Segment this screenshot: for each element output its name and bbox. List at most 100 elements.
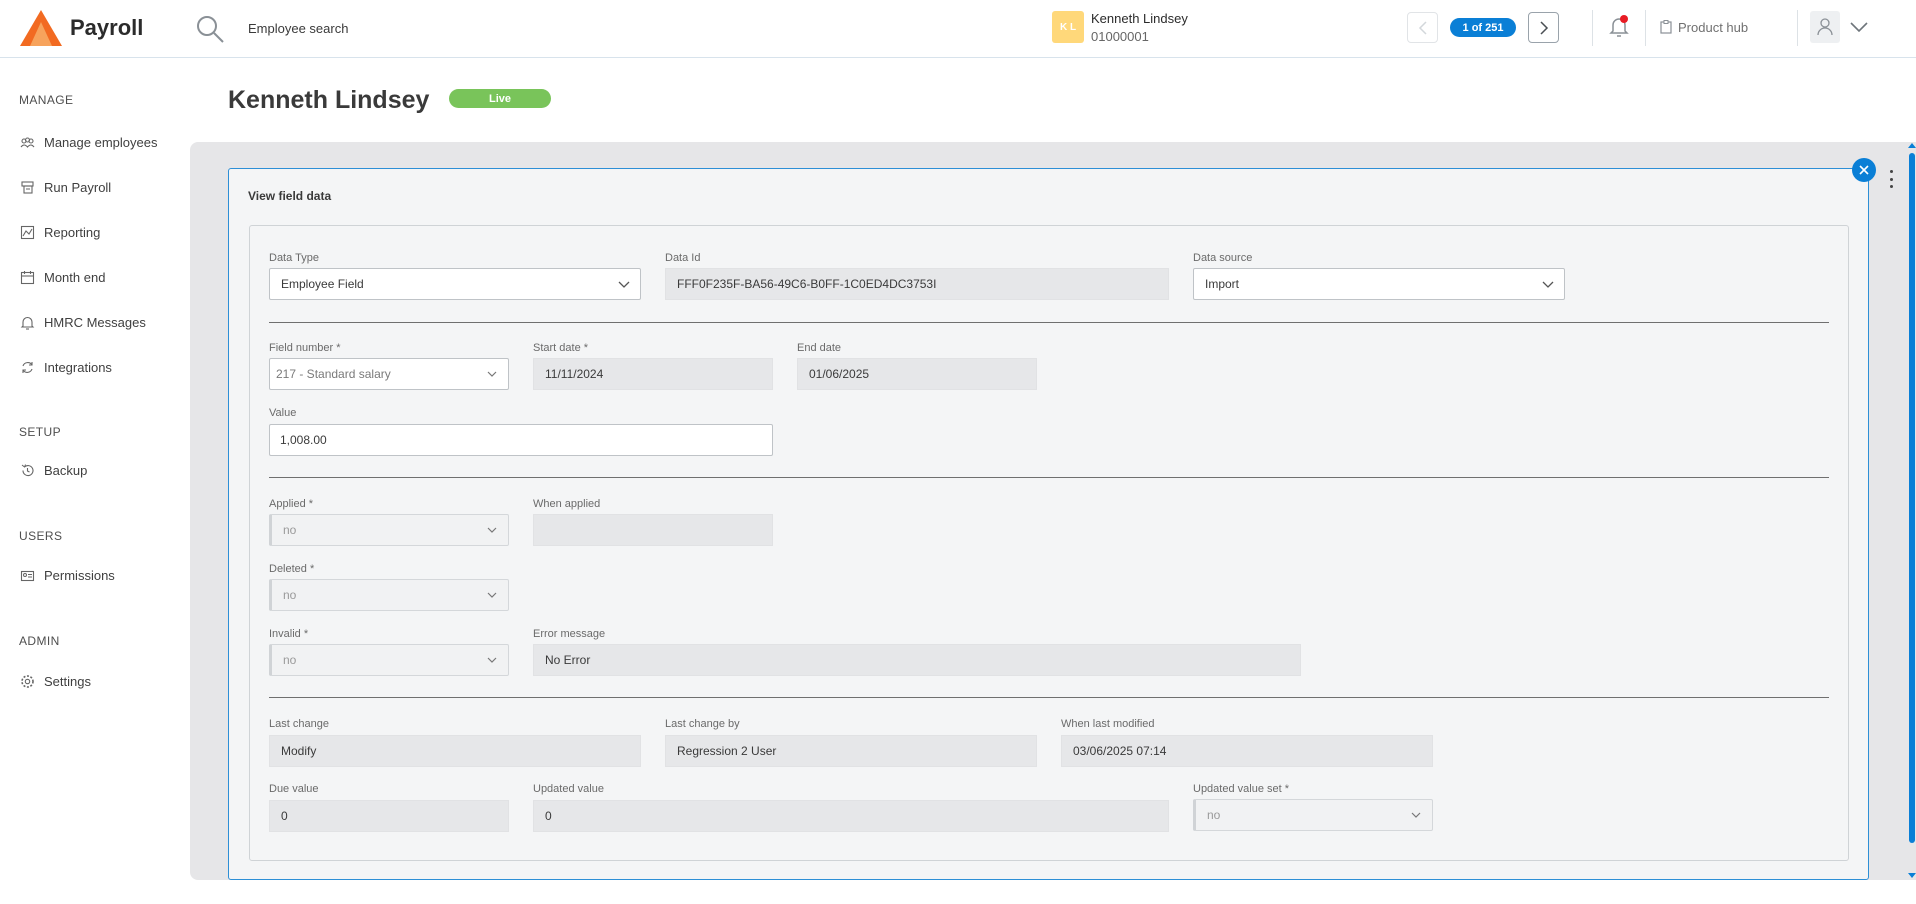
sidebar-item-label: Integrations (44, 359, 112, 375)
scroll-up-arrow-icon[interactable] (1908, 143, 1916, 148)
sidebar-item-backup[interactable]: Backup (20, 458, 87, 482)
end-date-field: 01/06/2025 (797, 358, 1037, 390)
sidebar-section-admin: ADMIN (19, 634, 60, 648)
next-employee-button[interactable] (1528, 12, 1559, 43)
chevron-down-icon (618, 281, 630, 288)
data-type-label: Data Type (269, 252, 319, 264)
error-message-label: Error message (533, 628, 606, 640)
chevron-down-icon (487, 371, 497, 377)
people-icon (20, 136, 35, 148)
start-date-label: Start date * (533, 342, 589, 354)
sidebar-item-settings[interactable]: Settings (20, 669, 91, 693)
sidebar-item-integrations[interactable]: Integrations (20, 355, 112, 379)
sidebar-item-label: Manage employees (44, 134, 158, 150)
end-date-label: End date (797, 342, 842, 354)
data-type-value: Employee Field (281, 277, 364, 291)
data-id-label: Data Id (665, 252, 701, 264)
chevron-down-icon (1542, 281, 1554, 288)
field-number-label: Field number * (269, 342, 341, 354)
payroll-icon (21, 180, 34, 194)
section-divider (269, 322, 1829, 323)
sidebar-item-manage-employees[interactable]: Manage employees (20, 130, 157, 154)
sidebar-item-label: Settings (44, 673, 91, 689)
sidebar-section-manage: MANAGE (19, 93, 74, 107)
sidebar-section-users: USERS (19, 529, 63, 543)
section-divider (269, 697, 1829, 698)
chevron-down-icon[interactable] (1848, 18, 1870, 36)
section-divider (269, 477, 1829, 478)
data-source-value: Import (1205, 277, 1240, 291)
data-type-select[interactable]: Employee Field (269, 268, 641, 300)
updated-value-label: Updated value (533, 783, 604, 795)
sidebar: MANAGE Manage employees Run Payroll Repo… (0, 59, 190, 904)
sidebar-item-permissions[interactable]: Permissions (20, 563, 115, 587)
previous-employee-button[interactable] (1407, 12, 1438, 43)
data-source-label: Data source (1193, 252, 1253, 264)
sidebar-item-label: Backup (44, 462, 88, 478)
gear-icon (21, 674, 34, 688)
when-applied-label: When applied (533, 498, 601, 510)
employee-name: Kenneth Lindsey (1091, 11, 1188, 26)
when-last-modified-label: When last modified (1061, 718, 1155, 730)
product-hub-label: Product hub (1678, 19, 1749, 35)
more-options-button[interactable] (1885, 170, 1897, 188)
header-divider (1797, 10, 1798, 46)
header-divider (1592, 10, 1593, 46)
sidebar-section-setup: SETUP (19, 425, 62, 439)
data-id-field: FFF0F235F-BA56-49C6-B0FF-1C0ED4DC3753I (665, 268, 1169, 300)
clipboard-icon (1660, 20, 1672, 34)
sidebar-item-label: Month end (44, 269, 106, 285)
invalid-value: no (283, 653, 297, 667)
record-position-badge: 1 of 251 (1450, 18, 1516, 37)
employee-search-input[interactable] (240, 14, 500, 42)
user-icon (1817, 18, 1833, 36)
applied-label: Applied * (269, 498, 314, 510)
close-icon (1859, 165, 1869, 175)
employee-code: 01000001 (1091, 29, 1149, 44)
deleted-label: Deleted * (269, 563, 315, 575)
scroll-down-arrow-icon[interactable] (1908, 873, 1916, 878)
value-input[interactable] (269, 424, 773, 456)
bell-icon (20, 316, 35, 330)
app-name: Payroll (70, 15, 144, 40)
sidebar-item-run-payroll[interactable]: Run Payroll (20, 175, 111, 199)
deleted-select: no (269, 579, 509, 611)
scroll-thumb[interactable] (1909, 153, 1915, 843)
product-hub-link[interactable]: Product hub (1660, 16, 1748, 38)
last-change-label: Last change (269, 718, 329, 730)
close-panel-button[interactable] (1852, 158, 1876, 182)
updated-value-set-select: no (1193, 799, 1433, 831)
invalid-label: Invalid * (269, 628, 309, 640)
sidebar-item-label: Permissions (44, 567, 115, 583)
invalid-select: no (269, 644, 509, 676)
deleted-value: no (283, 588, 297, 602)
panel-title: View field data (248, 189, 332, 203)
employee-avatar: K L (1052, 11, 1084, 43)
error-message-field: No Error (533, 644, 1301, 676)
page-title: Kenneth Lindsey (228, 86, 430, 114)
sidebar-item-month-end[interactable]: Month end (20, 265, 105, 289)
permissions-icon (20, 570, 35, 581)
due-value-label: Due value (269, 783, 319, 795)
chart-icon (20, 225, 35, 239)
notification-dot (1620, 15, 1628, 23)
sidebar-item-reporting[interactable]: Reporting (20, 220, 100, 244)
chevron-left-icon (1418, 20, 1427, 35)
top-bar: Payroll K L Kenneth Lindsey 01000001 1 o… (0, 0, 1916, 58)
chevron-down-icon (487, 592, 497, 598)
data-source-select[interactable]: Import (1193, 268, 1565, 300)
when-last-modified-field: 03/06/2025 07:14 (1061, 735, 1433, 767)
search-icon[interactable] (195, 14, 225, 44)
field-number-select[interactable]: 217 - Standard salary (269, 358, 509, 390)
applied-select: no (269, 514, 509, 546)
history-icon (21, 463, 34, 476)
last-change-by-field: Regression 2 User (665, 735, 1037, 767)
sidebar-item-label: HMRC Messages (44, 314, 146, 330)
updated-value-set-label: Updated value set * (1193, 783, 1290, 795)
payroll-logo-icon (20, 10, 62, 46)
user-avatar[interactable] (1810, 11, 1840, 43)
last-change-by-label: Last change by (665, 718, 740, 730)
sidebar-item-hmrc-messages[interactable]: HMRC Messages (20, 310, 146, 334)
due-value-field: 0 (269, 800, 509, 832)
sidebar-item-label: Run Payroll (44, 179, 112, 195)
